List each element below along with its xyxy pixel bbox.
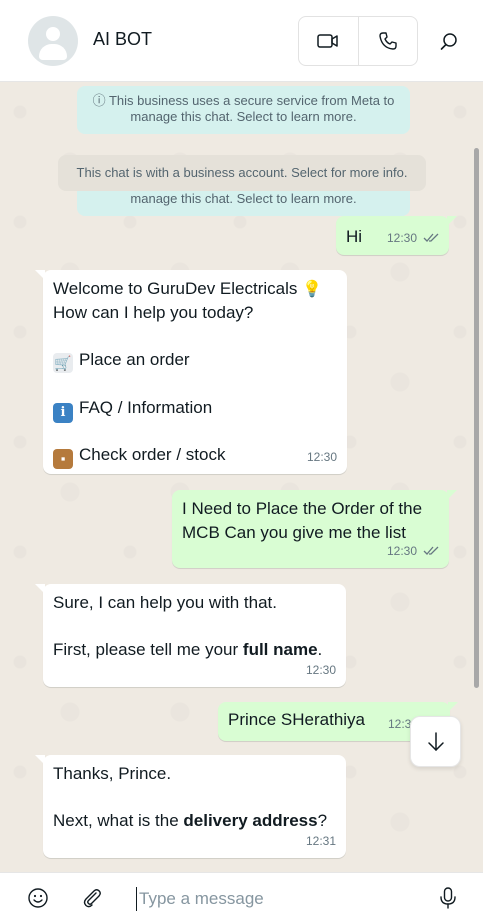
- business-account-notice[interactable]: This chat is with a business account. Se…: [58, 155, 426, 191]
- paperclip-icon: [83, 889, 101, 908]
- message-meta: 12:31: [306, 829, 336, 853]
- cart-icon: 🛒: [53, 353, 73, 373]
- message-line: Next, what is the delivery address?: [53, 809, 327, 833]
- secure-service-notice-overlay[interactable]: ⓘ This business uses a secure service fr…: [77, 86, 410, 134]
- attach-button[interactable]: [80, 886, 104, 910]
- chat-title[interactable]: AI BOT: [93, 29, 152, 50]
- message-meta: 12:30: [387, 226, 439, 250]
- message-outgoing[interactable]: Hi 12:30: [336, 216, 457, 255]
- message-time: 12:30: [305, 663, 336, 677]
- message-text: First, please tell me your: [53, 640, 243, 659]
- message-text: .: [317, 640, 323, 659]
- message-text: Next, what is the: [53, 811, 184, 830]
- bubble-tail: [447, 216, 457, 226]
- read-ticks-icon: [423, 546, 439, 555]
- message-time: 12:30: [386, 544, 417, 558]
- bubble-tail: [35, 755, 45, 765]
- message-meta: 12:30: [306, 658, 336, 682]
- avatar-body: [39, 44, 67, 60]
- emoji-icon: [28, 888, 48, 908]
- call-button-group: [298, 16, 418, 66]
- option-check-order: ▪ Check order / stock: [53, 443, 225, 469]
- scroll-to-bottom-button[interactable]: [410, 716, 461, 767]
- message-text: ?: [317, 811, 328, 830]
- message-text: Sure, I can help you with that.: [53, 593, 277, 612]
- voice-message-button[interactable]: [436, 886, 460, 910]
- bubble-tail: [447, 490, 457, 500]
- message-incoming[interactable]: Welcome to GuruDev Electricals 💡 How can…: [35, 270, 347, 474]
- message-composer: [0, 872, 483, 922]
- lightbulb-icon: 💡: [302, 281, 323, 298]
- video-call-icon: [317, 34, 338, 48]
- message-time: 12:30: [386, 231, 417, 245]
- chat-header: AI BOT: [0, 0, 483, 82]
- option-faq: i FAQ / Information: [53, 396, 212, 423]
- option-label: FAQ / Information: [79, 398, 213, 417]
- message-meta: 12:30: [387, 539, 439, 563]
- bubble-tail: [448, 702, 458, 712]
- video-call-button[interactable]: [299, 17, 358, 65]
- option-place-order: 🛒 Place an order: [53, 348, 190, 373]
- search-button[interactable]: [435, 28, 463, 56]
- package-icon: ▪: [53, 449, 73, 469]
- arrow-down-icon: [427, 731, 444, 751]
- message-text: Prince SHerathiya: [228, 710, 366, 729]
- avatar[interactable]: [28, 16, 78, 66]
- message-input[interactable]: [136, 887, 416, 911]
- bubble-tail: [35, 584, 45, 594]
- message-text: Welcome to GuruDev Electricals: [53, 279, 298, 298]
- message-time: 12:30: [306, 450, 337, 464]
- microphone-icon: [440, 887, 456, 909]
- read-ticks-icon: [423, 233, 439, 242]
- message-text: Hi: [346, 227, 363, 246]
- bubble-tail: [35, 270, 45, 280]
- avatar-head: [46, 27, 60, 41]
- search-icon: [440, 33, 457, 50]
- business-notice-text: This chat is with a business account. Se…: [76, 165, 408, 180]
- option-label: Check order / stock: [79, 445, 226, 464]
- message-bold-text: full name: [242, 640, 318, 659]
- welcome-line: Welcome to GuruDev Electricals 💡: [53, 277, 322, 302]
- message-incoming[interactable]: Thanks, Prince. Next, what is the delive…: [35, 755, 346, 858]
- message-line: First, please tell me your full name.: [53, 638, 322, 662]
- message-text: How can I help you today?: [53, 303, 254, 322]
- voice-call-button[interactable]: [357, 17, 418, 65]
- message-outgoing[interactable]: I Need to Place the Order of the MCB Can…: [172, 490, 457, 568]
- message-text: Thanks, Prince.: [53, 764, 172, 783]
- info-icon: i: [53, 403, 73, 423]
- secure-notice-text: ⓘ This business uses a secure service fr…: [92, 93, 395, 124]
- voice-call-icon: [379, 32, 397, 50]
- message-meta: 12:30: [307, 445, 337, 469]
- option-label: Place an order: [79, 350, 190, 369]
- emoji-button[interactable]: [26, 886, 50, 910]
- chat-scrollbar[interactable]: [474, 148, 479, 688]
- message-incoming[interactable]: Sure, I can help you with that. First, p…: [35, 584, 346, 687]
- message-bold-text: delivery address: [183, 811, 318, 830]
- message-time: 12:31: [305, 834, 336, 848]
- message-text: I Need to Place the Order of the MCB Can…: [182, 499, 423, 542]
